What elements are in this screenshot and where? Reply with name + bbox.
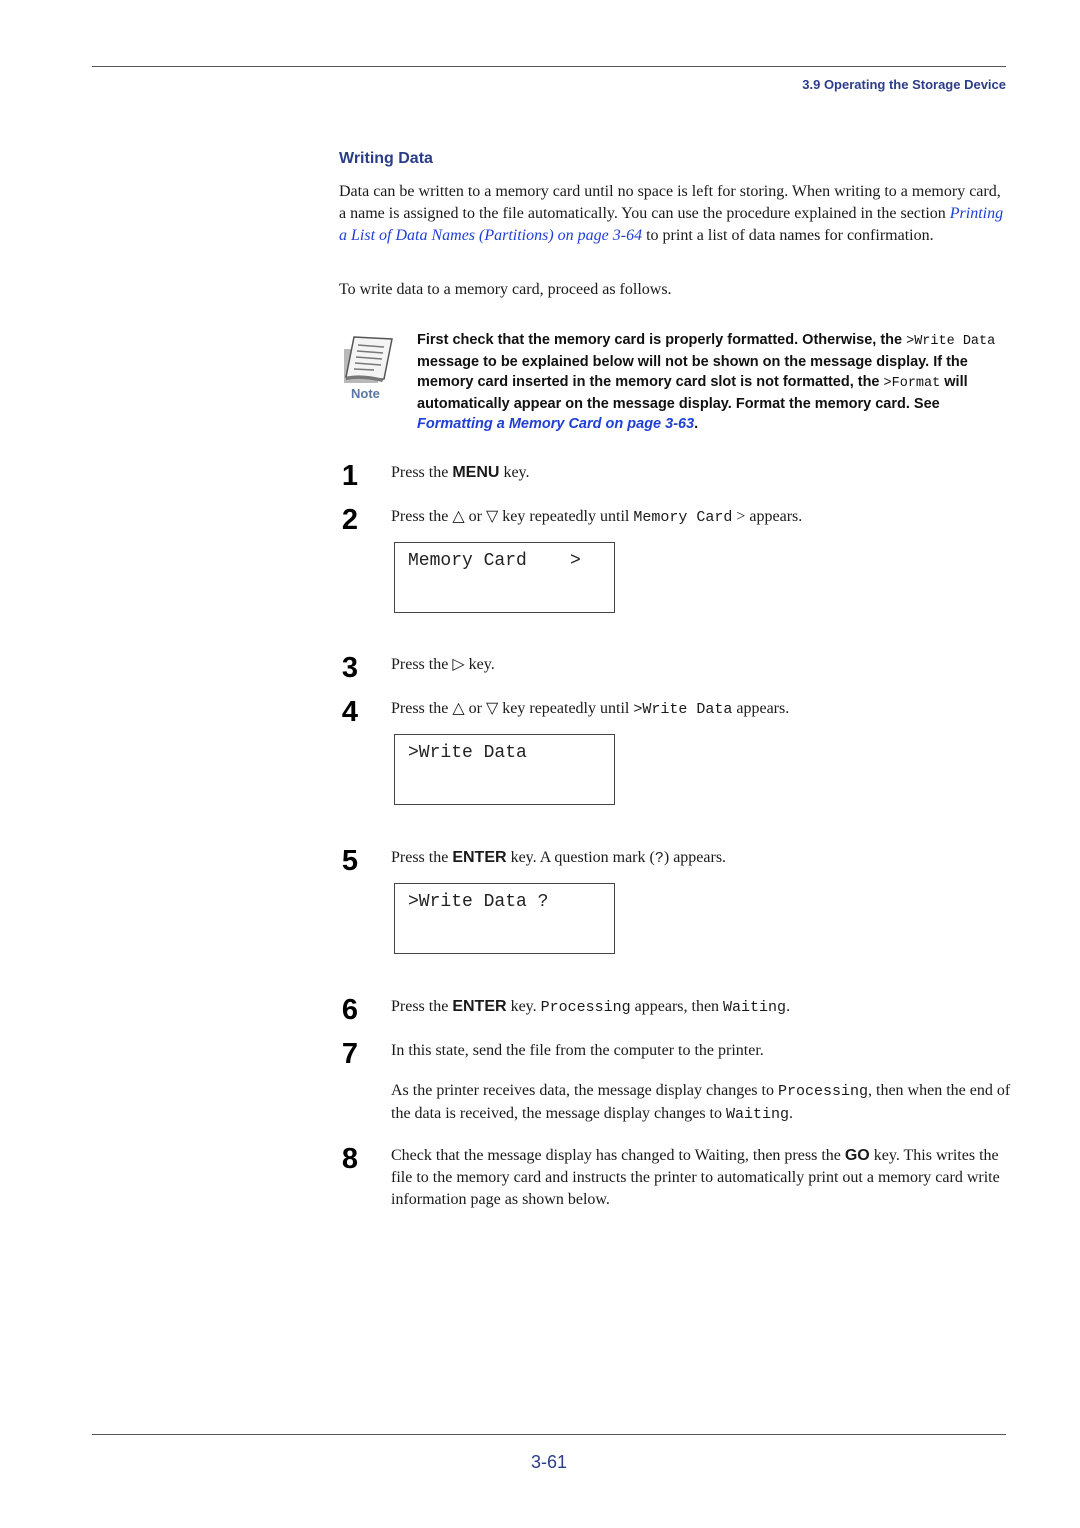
key-label: MENU xyxy=(452,464,500,481)
note-text-part: . xyxy=(694,416,699,432)
step-text: Press the △ or ▽ key repeatedly until Me… xyxy=(391,508,803,526)
key-label: GO xyxy=(844,1147,870,1164)
step-number: 8 xyxy=(341,1143,359,1175)
footer-rule xyxy=(92,1434,1006,1435)
section-title: Writing Data xyxy=(339,150,433,167)
step-number: 5 xyxy=(341,845,359,877)
step-number: 4 xyxy=(341,696,359,728)
step-number: 7 xyxy=(341,1038,359,1070)
link-formatting-memory-card[interactable]: Formatting a Memory Card on page 3-63 xyxy=(417,416,694,432)
note-text-part: First check that the memory card is prop… xyxy=(417,332,907,348)
code-text: Processing xyxy=(777,1083,868,1100)
step-text: Press the ENTER key. Processing appears,… xyxy=(391,998,791,1016)
code-text: Processing xyxy=(540,999,631,1016)
note-paper-icon xyxy=(344,336,393,383)
step-text: Press the MENU key. xyxy=(391,464,530,481)
note-text: First check that the memory card is prop… xyxy=(417,330,1017,434)
code-text: Memory Card xyxy=(633,509,733,526)
step-subtext: As the printer receives data, the messag… xyxy=(391,1082,1011,1123)
note-code-write-data: >Write Data xyxy=(906,334,996,349)
intro-text-end: to print a list of data names for confir… xyxy=(642,227,934,244)
code-text: Waiting xyxy=(723,999,787,1016)
step-text: Press the ENTER key. A question mark (?)… xyxy=(391,849,727,867)
key-label: ENTER xyxy=(452,998,507,1015)
intro-paragraph: Data can be written to a memory card unt… xyxy=(339,181,1009,247)
step-number: 2 xyxy=(341,504,359,536)
lead-paragraph: To write data to a memory card, proceed … xyxy=(339,281,672,298)
step-number: 6 xyxy=(341,994,359,1026)
display-text: Memory Card > xyxy=(408,551,581,571)
note-code-format: >Format xyxy=(883,376,941,391)
message-display: >Write Data xyxy=(394,734,615,805)
note-label: Note xyxy=(351,386,380,401)
step-number: 3 xyxy=(341,652,359,684)
display-text: >Write Data ? xyxy=(408,892,549,912)
step-text: In this state, send the file from the co… xyxy=(391,1042,764,1059)
intro-text: Data can be written to a memory card unt… xyxy=(339,183,1001,222)
header-rule xyxy=(92,66,1006,67)
step-text: Check that the message display has chang… xyxy=(391,1147,1000,1208)
code-text: Waiting xyxy=(726,1106,790,1123)
step-text: Press the △ or ▽ key repeatedly until >W… xyxy=(391,700,790,718)
display-text: >Write Data xyxy=(408,743,527,763)
message-display: Memory Card > xyxy=(394,542,615,613)
code-text: ? xyxy=(654,850,664,867)
step-number: 1 xyxy=(341,460,359,492)
page-number: 3-61 xyxy=(530,1452,568,1472)
running-head: 3.9 Operating the Storage Device xyxy=(802,77,1006,92)
code-text: >Write Data xyxy=(633,701,733,718)
message-display: >Write Data ? xyxy=(394,883,615,954)
key-label: ENTER xyxy=(452,849,507,866)
step-text: Press the ▷ key. xyxy=(391,656,495,673)
